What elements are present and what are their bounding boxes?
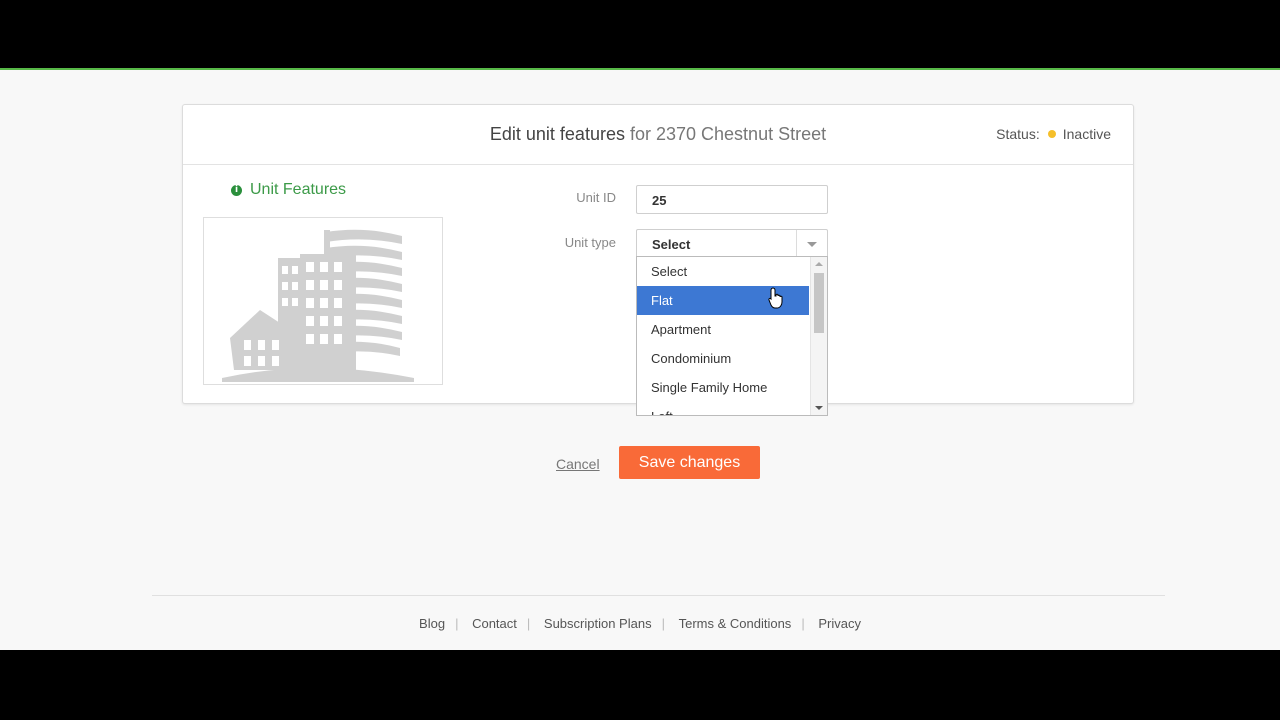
scroll-down-icon[interactable] [815, 406, 823, 410]
unit-type-label: Unit type [564, 235, 616, 250]
unit-id-label: Unit ID [576, 190, 616, 205]
scrollbar-thumb[interactable] [814, 273, 824, 333]
dropdown-option-apartment[interactable]: Apartment [637, 315, 809, 344]
footer-separator: | [661, 616, 665, 631]
footer-divider [152, 595, 1165, 596]
footer-link-terms[interactable]: Terms & Conditions [669, 616, 802, 631]
dropdown-scrollbar[interactable] [810, 257, 827, 415]
dropdown-option-condominium[interactable]: Condominium [637, 344, 809, 373]
title-address: for 2370 Chestnut Street [629, 124, 827, 144]
footer-link-subscription-plans[interactable]: Subscription Plans [534, 616, 662, 631]
status-indicator: Status: Inactive [996, 126, 1111, 142]
section-title-label: Unit Features [250, 181, 347, 198]
title-main: Edit unit features [489, 124, 625, 144]
unit-type-value: Select [652, 237, 691, 252]
dropdown-option-loft[interactable]: Loft [637, 402, 809, 415]
unit-type-dropdown-list[interactable]: Select Flat Apartment Condominium Single… [636, 256, 828, 416]
info-icon: i [231, 184, 242, 196]
apartment-building-icon [222, 229, 414, 382]
footer-separator: | [801, 616, 805, 631]
status-value: Inactive [1062, 126, 1111, 142]
status-label: Status: [996, 126, 1040, 142]
footer-links: Blog | Contact | Subscription Plans | Terms… [0, 616, 1280, 631]
save-changes-button[interactable]: Save changes [619, 446, 760, 479]
footer-separator: | [455, 616, 459, 631]
chevron-down-icon [807, 242, 817, 247]
unit-image [203, 217, 443, 385]
footer-link-blog[interactable]: Blog [409, 616, 455, 631]
dropdown-option-single-family-home[interactable]: Single Family Home [637, 373, 809, 402]
status-dot-icon [1047, 130, 1056, 138]
page-title: Edit unit features for 2370 Chestnut Str… [183, 124, 1133, 145]
footer-separator: | [526, 616, 531, 631]
footer-link-contact[interactable]: Contact [462, 616, 527, 631]
footer-link-privacy[interactable]: Privacy [808, 616, 871, 631]
dropdown-toggle[interactable] [796, 230, 827, 258]
section-title: i Unit Features [231, 181, 346, 199]
card-header: Edit unit features for 2370 Chestnut Str… [183, 105, 1133, 165]
dropdown-option-select[interactable]: Select [637, 257, 809, 286]
unit-id-input[interactable]: 25 [636, 185, 828, 214]
hand-pointer-icon [768, 287, 783, 309]
unit-type-select[interactable]: Select [636, 229, 828, 259]
scroll-up-icon[interactable] [815, 262, 823, 266]
cancel-link[interactable]: Cancel [556, 456, 600, 472]
